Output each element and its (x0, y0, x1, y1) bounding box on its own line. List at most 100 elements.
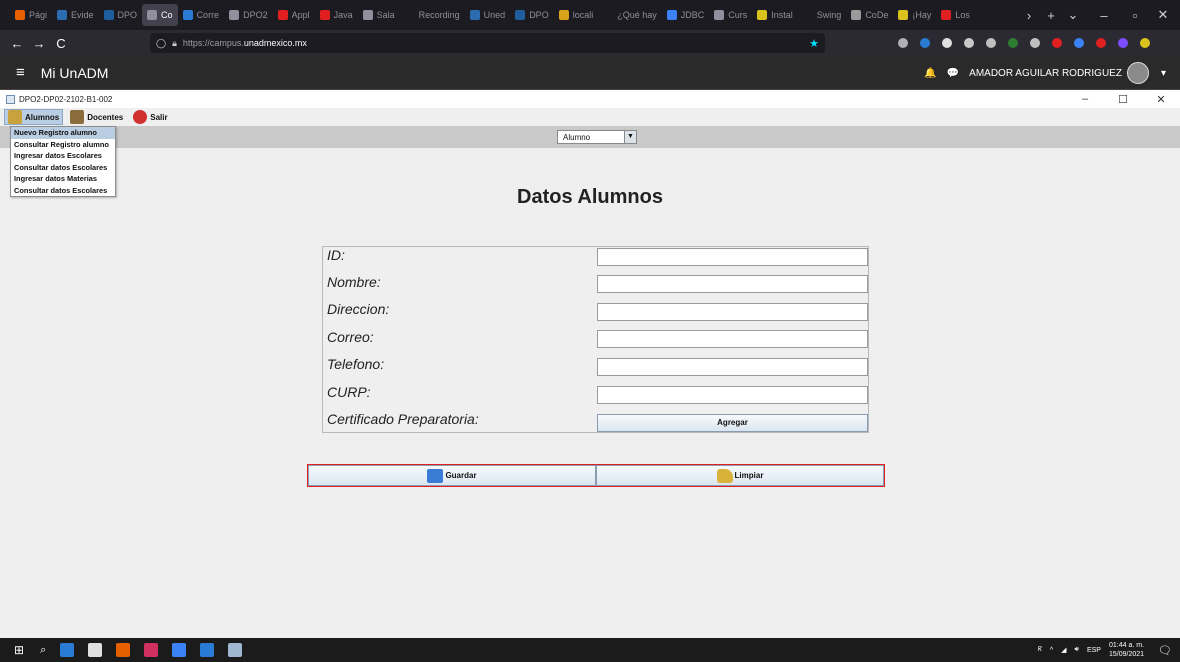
tab-label: JDBC (680, 10, 705, 20)
curp-label: CURP: (327, 384, 371, 400)
bell-icon[interactable]: 🔔 (924, 68, 936, 79)
taskbar-app-icon[interactable] (116, 643, 131, 657)
browser-restore-button[interactable]: ▫ (1124, 8, 1146, 23)
menu-bar: Alumnos Docentes Salir (0, 108, 1180, 126)
chevron-up-icon[interactable]: ^ (1050, 647, 1053, 654)
list-tabs-button[interactable]: ⌄ (1062, 7, 1084, 23)
browser-tab[interactable]: CoDe (846, 4, 893, 26)
browser-minimize-button[interactable]: – (1084, 8, 1124, 23)
taskbar-app-icon[interactable] (88, 643, 103, 657)
browser-tab[interactable]: Curs (709, 4, 752, 26)
browser-tab[interactable]: Java (315, 4, 358, 26)
guardar-button[interactable]: Guardar (308, 465, 596, 486)
taskbar-app-icon[interactable] (200, 643, 215, 657)
browser-tab[interactable]: Swing (798, 4, 847, 26)
window-minimize-button[interactable]: – (1066, 93, 1104, 105)
browser-tab[interactable]: Appl (273, 4, 315, 26)
menu-item-ingresar-datos-escolares[interactable]: Ingresar datos Escolares (11, 150, 115, 162)
browser-tab[interactable]: Corre (178, 4, 225, 26)
user-type-select[interactable]: Alumno ▼ (557, 130, 637, 144)
chevron-down-icon[interactable]: ▼ (624, 131, 636, 143)
reload-button[interactable]: C (50, 36, 72, 51)
curp-field[interactable] (597, 386, 868, 404)
window-maximize-button[interactable]: ☐ (1104, 93, 1142, 106)
site-brand[interactable]: Mi UnADM (41, 65, 109, 81)
extension-icon[interactable] (920, 38, 930, 48)
tab-label: Swing (816, 10, 842, 20)
tabs-scroll-button[interactable]: › (1018, 8, 1040, 23)
tab-favicon-icon (469, 10, 480, 20)
network-icon[interactable]: ᖇ (1038, 646, 1042, 654)
extension-icon[interactable] (964, 38, 974, 48)
menu-item-nuevo-registro-alumno[interactable]: Nuevo Registro alumno (11, 127, 115, 139)
menu-item-consultar-datos-escolares[interactable]: Consultar datos Escolares (11, 162, 115, 174)
direccion-field[interactable] (597, 303, 868, 321)
menu-item-consultar-datos-escolares-2[interactable]: Consultar datos Escolares (11, 185, 115, 197)
hamburger-menu-icon[interactable]: ≡ (16, 64, 25, 81)
browser-tab[interactable]: Sala (358, 4, 400, 26)
taskbar-app-icon[interactable] (144, 643, 159, 657)
menu-docentes[interactable]: Docentes (67, 109, 126, 125)
extension-icon[interactable] (1052, 38, 1062, 48)
browser-tab[interactable]: DPO (99, 4, 143, 26)
extension-icon[interactable] (1118, 38, 1128, 48)
language-indicator[interactable]: ESP (1087, 647, 1101, 654)
java-app-window: DPO2-DP02-2102-B1-002 – ☐ ✕ Alumnos Doce… (0, 90, 1180, 638)
browser-tab[interactable]: Evide (52, 4, 99, 26)
menu-item-consultar-registro-alumno[interactable]: Consultar Registro alumno (11, 139, 115, 151)
browser-tab[interactable]: Uned (465, 4, 511, 26)
volume-icon[interactable]: 🔊︎ (1075, 646, 1079, 654)
nombre-label: Nombre: (327, 274, 381, 290)
browser-tab[interactable]: Recording (400, 4, 465, 26)
extension-icon[interactable] (898, 38, 908, 48)
menu-alumnos[interactable]: Alumnos (4, 109, 64, 125)
taskbar-app-icon[interactable] (172, 643, 187, 657)
user-menu-caret-icon[interactable]: ▾ (1161, 68, 1166, 79)
notifications-icon[interactable]: 🗨︎ (1158, 644, 1172, 657)
browser-tab[interactable]: Los (936, 4, 975, 26)
browser-tab[interactable]: JDBC (662, 4, 710, 26)
nombre-field[interactable] (597, 275, 868, 293)
browser-tab[interactable]: Co (142, 4, 178, 26)
browser-close-button[interactable]: ✕ (1146, 7, 1180, 23)
tab-label: DPO (117, 10, 138, 20)
extension-icon[interactable] (1030, 38, 1040, 48)
browser-tab[interactable]: locali (554, 4, 599, 26)
tab-favicon-icon (147, 10, 158, 20)
browser-tab[interactable]: DPO2 (224, 4, 273, 26)
avatar[interactable] (1126, 62, 1149, 84)
new-tab-button[interactable]: + (1040, 8, 1062, 23)
user-name[interactable]: AMADOR AGUILAR RODRIGUEZ (969, 68, 1122, 79)
windows-start-icon[interactable]: ⊞ (14, 643, 24, 657)
browser-tab[interactable]: ¡Hay (893, 4, 936, 26)
menu-item-ingresar-datos-materias[interactable]: Ingresar datos Materias (11, 173, 115, 185)
forward-button[interactable]: → (28, 36, 50, 51)
back-button[interactable]: ← (6, 36, 28, 51)
extension-icon[interactable] (1074, 38, 1084, 48)
agregar-button[interactable]: Agregar (597, 414, 868, 432)
limpiar-button[interactable]: Limpiar (596, 465, 884, 486)
wifi-icon[interactable]: ◢ (1061, 646, 1066, 654)
tab-label: ¿Qué hay (617, 10, 657, 20)
browser-tab[interactable]: Instal (752, 4, 798, 26)
extension-icon[interactable] (1096, 38, 1106, 48)
url-bar[interactable]: ◯ 🔒︎ https://campus. unadmexico.mx ★ (150, 33, 825, 53)
id-field[interactable] (597, 248, 868, 266)
bookmark-star-icon[interactable]: ★ (809, 37, 819, 50)
telefono-field[interactable] (597, 358, 868, 376)
taskbar-app-icon[interactable] (60, 643, 75, 657)
extension-icon[interactable] (1008, 38, 1018, 48)
browser-tab[interactable]: Pági (10, 4, 52, 26)
taskbar-app-icon[interactable] (228, 643, 243, 657)
chat-icon[interactable]: 💬 (947, 68, 959, 79)
clock[interactable]: 01:44 a. m. 15/09/2021 (1109, 641, 1144, 659)
tab-favicon-icon (404, 10, 415, 20)
menu-salir[interactable]: Salir (130, 109, 170, 125)
extension-icon[interactable] (942, 38, 952, 48)
extension-icon[interactable] (986, 38, 996, 48)
browser-tab[interactable]: ¿Qué hay (598, 4, 662, 26)
browser-tab[interactable]: DPO (510, 4, 554, 26)
window-close-button[interactable]: ✕ (1142, 93, 1180, 106)
extension-icon[interactable] (1140, 38, 1150, 48)
correo-field[interactable] (597, 330, 868, 348)
